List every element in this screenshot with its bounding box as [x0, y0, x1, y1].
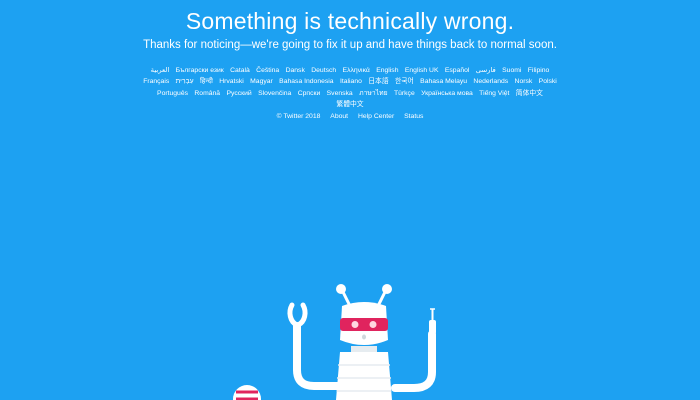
language-link[interactable]: Slovenčina: [258, 88, 291, 99]
language-link[interactable]: Magyar: [250, 76, 273, 87]
robot-body: [336, 346, 392, 400]
language-link[interactable]: 简体中文: [516, 88, 543, 99]
antenna-icon: [336, 284, 392, 307]
language-link[interactable]: Polski: [539, 76, 557, 87]
language-link[interactable]: Filipino: [528, 65, 550, 76]
language-link[interactable]: Bahasa Indonesia: [279, 76, 333, 87]
language-link[interactable]: Hrvatski: [219, 76, 244, 87]
language-list: العربية Български език Català Čeština Dansk D…: [140, 65, 560, 110]
language-link[interactable]: Türkçe: [394, 88, 415, 99]
language-link[interactable]: Српски: [298, 88, 321, 99]
robot-head: [340, 302, 388, 345]
language-link[interactable]: Italiano: [340, 76, 362, 87]
language-link[interactable]: 한국어: [395, 76, 414, 87]
status-link[interactable]: Status: [404, 113, 423, 120]
page-subtitle: Thanks for noticing—we're going to fix i…: [143, 39, 557, 51]
language-link[interactable]: Čeština: [256, 65, 279, 76]
language-link[interactable]: Русский: [226, 88, 251, 99]
footer: © Twitter 2018 About Help Center Status: [0, 113, 700, 120]
language-link[interactable]: हिन्दी: [200, 76, 213, 87]
language-link[interactable]: Dansk: [286, 65, 305, 76]
help-center-link[interactable]: Help Center: [358, 113, 394, 120]
language-link[interactable]: Română: [194, 88, 220, 99]
language-link[interactable]: 繁體中文: [336, 99, 363, 110]
language-link[interactable]: Français: [143, 76, 169, 87]
language-link[interactable]: English UK: [405, 65, 439, 76]
language-link[interactable]: Português: [157, 88, 188, 99]
language-link[interactable]: Suomi: [502, 65, 521, 76]
language-link[interactable]: Nederlands: [473, 76, 508, 87]
screwdriver-icon: [429, 308, 436, 334]
language-link[interactable]: Українська мова: [421, 88, 473, 99]
language-link[interactable]: English: [376, 65, 398, 76]
language-link[interactable]: فارسی: [476, 65, 496, 76]
language-link[interactable]: 日本語: [368, 76, 388, 87]
language-link[interactable]: Tiếng Việt: [479, 88, 509, 99]
robot-illustration: [233, 284, 436, 400]
copyright-text: © Twitter 2018: [276, 113, 321, 120]
language-link[interactable]: עִבְרִית: [176, 76, 194, 87]
language-link[interactable]: Deutsch: [311, 65, 336, 76]
striped-disc-icon: [233, 385, 261, 400]
language-link[interactable]: Español: [445, 65, 470, 76]
language-link[interactable]: Bahasa Melayu: [420, 76, 467, 87]
language-link[interactable]: ภาษาไทย: [359, 88, 387, 99]
about-link[interactable]: About: [330, 113, 348, 120]
language-link[interactable]: Norsk: [515, 76, 533, 87]
language-link[interactable]: العربية: [151, 65, 170, 76]
language-link[interactable]: Svenska: [327, 88, 353, 99]
language-link[interactable]: Ελληνικά: [343, 65, 370, 76]
scissors-icon: [287, 302, 308, 328]
page-title: Something is technically wrong.: [185, 8, 515, 34]
language-link[interactable]: Български език: [176, 65, 224, 76]
language-link[interactable]: Català: [230, 65, 250, 76]
